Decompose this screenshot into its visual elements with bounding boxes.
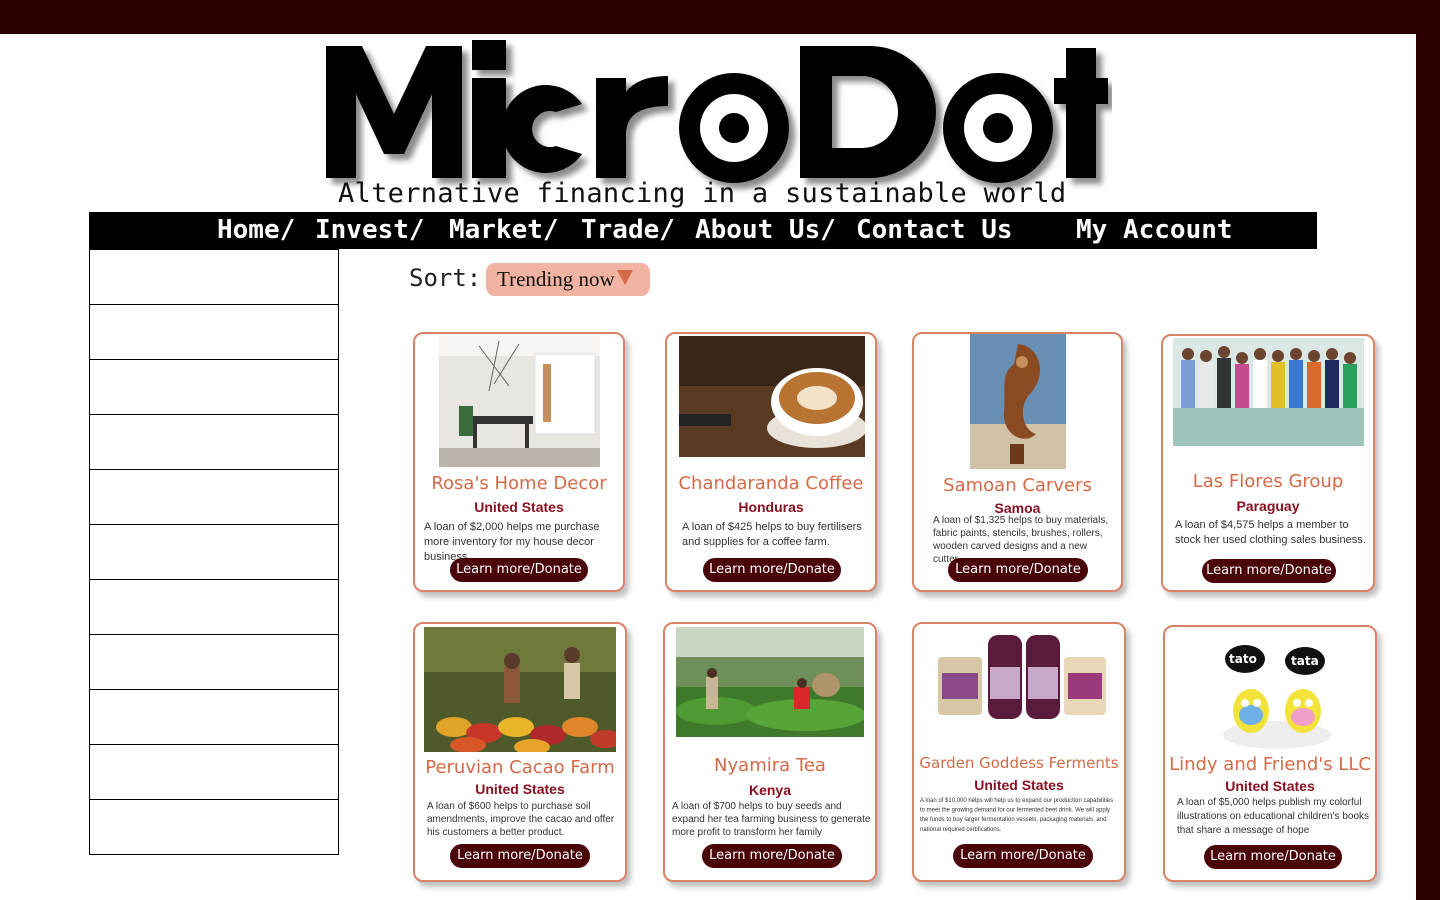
cartoon-label-tata: tata [1291, 654, 1319, 668]
sidebar-item[interactable] [89, 360, 339, 415]
logo-graphic [326, 40, 1108, 183]
card-image-ferments [932, 629, 1110, 727]
nav-invest[interactable]: Invest/ [315, 215, 425, 245]
card-title: Peruvian Cacao Farm [425, 757, 615, 778]
main-nav: Home/ Invest/ Market/ Trade/ About Us/ C… [89, 212, 1317, 249]
sidebar-item[interactable] [89, 580, 339, 635]
card-title: Samoan Carvers [943, 475, 1092, 496]
card-image-group [1173, 338, 1364, 446]
sidebar-item[interactable] [89, 800, 339, 855]
nav-about-us[interactable]: About Us/ [695, 215, 836, 245]
learn-more-donate-button[interactable]: Learn more/Donate [450, 558, 588, 582]
card-country: Paraguay [1236, 498, 1300, 514]
tagline: Alternative financing in a sustainable w… [338, 178, 1067, 209]
card-description: A loan of $4,575 helps a member to stock… [1175, 519, 1366, 546]
card-country: Honduras [738, 499, 804, 515]
sidebar-item[interactable] [89, 525, 339, 580]
card-description: A loan of $10,000 helps will help us to … [920, 797, 1114, 833]
sidebar-item[interactable] [89, 249, 339, 305]
loan-card[interactable]: tato tata Lindy and Friend's LLC United … [1163, 625, 1377, 882]
cartoon-label-tato: tato [1229, 652, 1257, 666]
nav-trade[interactable]: Trade/ [581, 215, 675, 245]
sidebar-item[interactable] [89, 470, 339, 525]
card-country: United States [974, 777, 1064, 793]
learn-more-donate-button[interactable]: Learn more/Donate [450, 844, 590, 868]
nav-market[interactable]: Market/ [449, 215, 559, 245]
card-image-cacao [424, 627, 616, 752]
card-title: Las Flores Group [1192, 471, 1344, 492]
loan-card[interactable]: Chandaranda Coffee Honduras A loan of $4… [665, 332, 877, 592]
card-description: A loan of $700 helps to buy seeds and ex… [672, 801, 871, 838]
loan-card[interactable]: Nyamira Tea Kenya A loan of $700 helps t… [663, 622, 877, 882]
card-country: Kenya [748, 782, 792, 798]
loan-card[interactable]: Garden Goddess Ferments United States A … [912, 622, 1126, 882]
card-description: A loan of $5,000 helps publish my colorf… [1177, 797, 1370, 836]
loan-card[interactable]: Samoan Carvers Samoa A loan of $1,325 he… [912, 332, 1123, 592]
card-title: Chandaranda Coffee [678, 473, 864, 494]
sidebar-item[interactable] [89, 415, 339, 470]
dropdown-arrow-icon [617, 270, 633, 285]
learn-more-donate-button[interactable]: Learn more/Donate [702, 844, 842, 868]
card-description: A loan of $600 helps to purchase soil am… [427, 801, 615, 838]
card-description: A loan of $425 helps to buy fertilisers … [682, 521, 862, 548]
learn-more-donate-button[interactable]: Learn more/Donate [1202, 559, 1336, 583]
loan-card[interactable]: Las Flores Group Paraguay A loan of $4,5… [1161, 334, 1375, 592]
card-title: Lindy and Friend's LLC [1169, 754, 1371, 775]
sidebar [89, 249, 339, 855]
microdot-logo[interactable] [322, 34, 1112, 194]
card-image-cartoon: tato tata [1217, 631, 1337, 755]
card-image-interior [439, 336, 600, 467]
page: Alternative financing in a sustainable w… [0, 34, 1416, 900]
card-image-tea [676, 627, 864, 737]
card-title: Nyamira Tea [714, 755, 826, 776]
card-title: Garden Goddess Ferments [919, 754, 1119, 772]
nav-contact-us[interactable]: Contact Us [856, 215, 1013, 245]
sidebar-item[interactable] [89, 745, 339, 800]
learn-more-donate-button[interactable]: Learn more/Donate [1204, 845, 1342, 869]
card-image-carving [970, 334, 1066, 469]
nav-my-account[interactable]: My Account [1076, 215, 1233, 245]
card-image-coffee [679, 336, 865, 457]
loan-card[interactable]: Rosa's Home Decor United States A loan o… [413, 332, 625, 592]
card-title: Rosa's Home Decor [431, 473, 607, 494]
card-country: United States [474, 499, 564, 515]
sort-selected-value: Trending now [497, 267, 615, 291]
sidebar-item[interactable] [89, 690, 339, 745]
learn-more-donate-button[interactable]: Learn more/Donate [948, 558, 1088, 582]
sidebar-item[interactable] [89, 305, 339, 360]
nav-home[interactable]: Home/ [217, 215, 295, 245]
learn-more-donate-button[interactable]: Learn more/Donate [953, 844, 1093, 868]
sort-label: Sort: [409, 264, 482, 292]
sidebar-item[interactable] [89, 635, 339, 690]
card-country: United States [1225, 778, 1315, 794]
card-country: United States [475, 781, 565, 797]
learn-more-donate-button[interactable]: Learn more/Donate [703, 558, 841, 582]
sort-dropdown[interactable]: Trending now [486, 263, 650, 296]
loan-card[interactable]: Peruvian Cacao Farm United States A loan… [413, 622, 627, 882]
